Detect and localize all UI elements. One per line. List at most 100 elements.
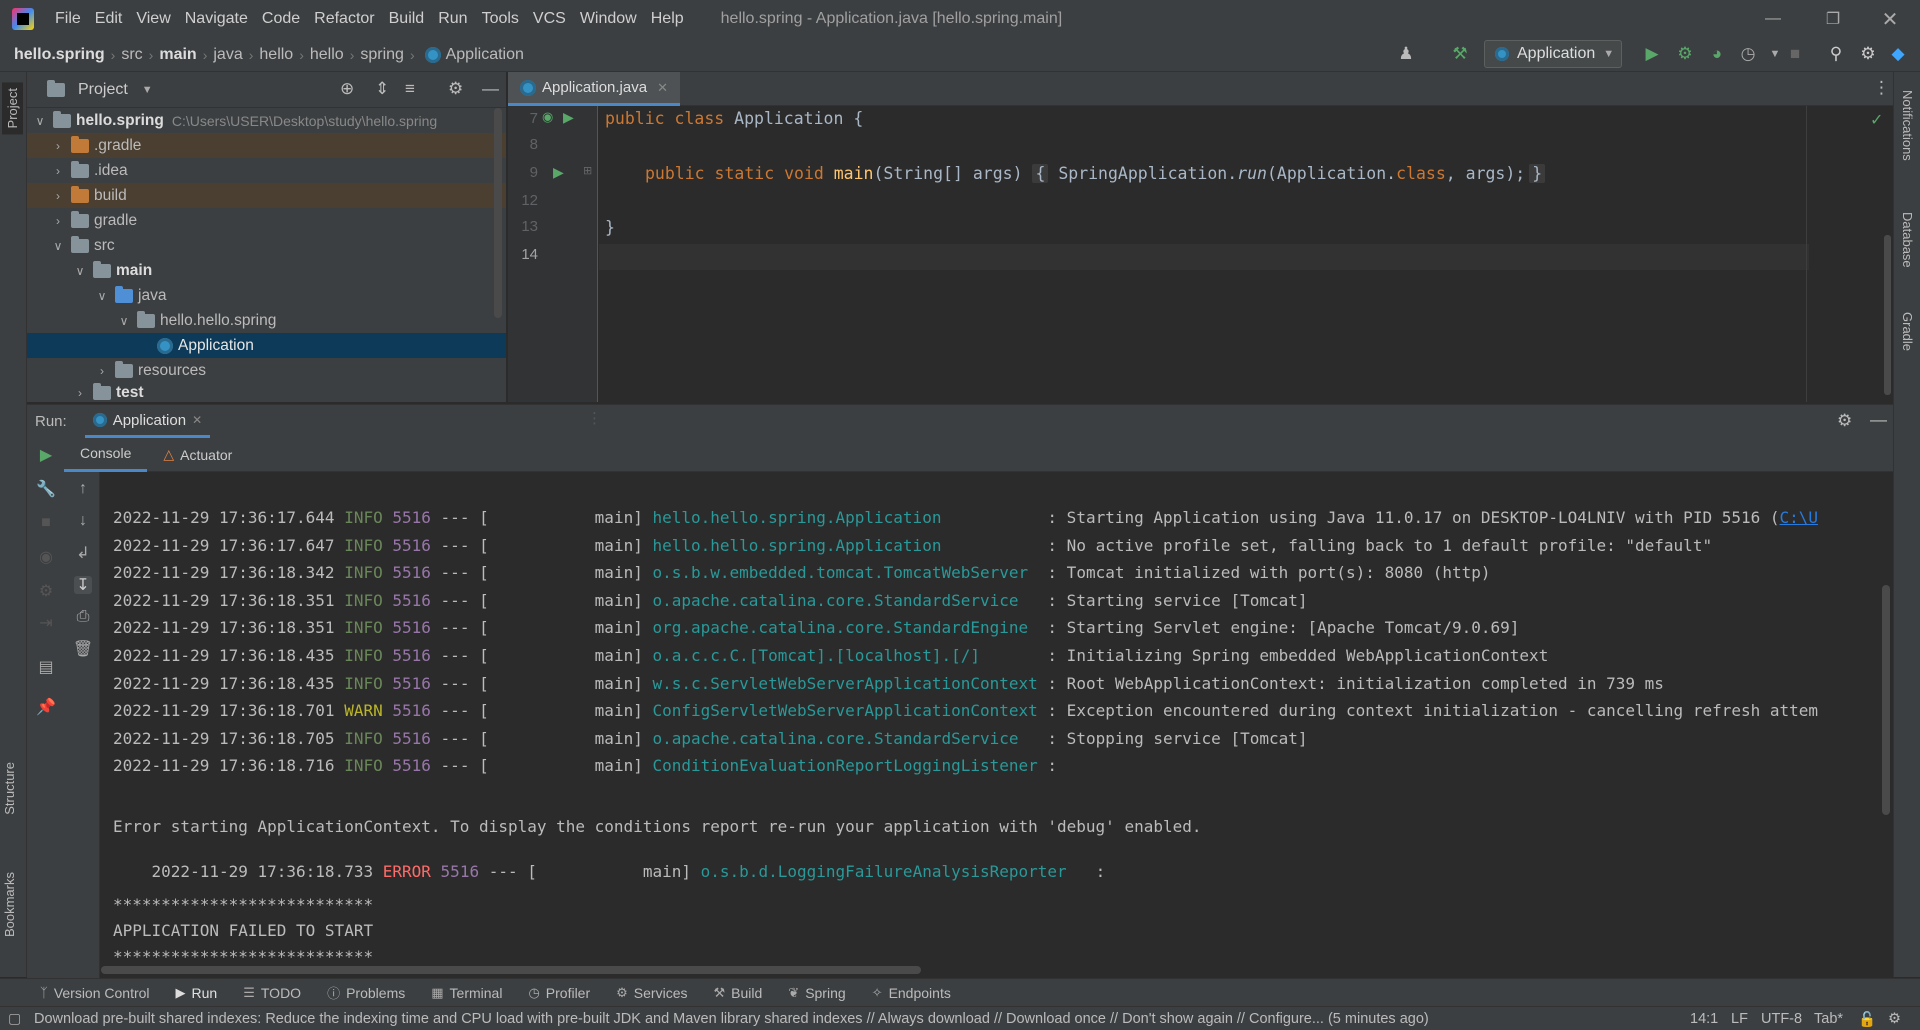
jetbrains-ai-icon[interactable]: ◆ xyxy=(1888,44,1908,64)
log-logger[interactable]: o.s.b.d.LoggingFailureAnalysisReporter xyxy=(701,862,1086,881)
menu-vcs[interactable]: VCS xyxy=(526,10,573,28)
menu-navigate[interactable]: Navigate xyxy=(178,10,255,28)
status-message[interactable]: Download pre-built shared indexes: Reduc… xyxy=(34,1011,1429,1027)
readonly-lock-icon[interactable]: 🔓 xyxy=(1858,1007,1876,1030)
tool-tab-project[interactable]: Project xyxy=(2,82,23,135)
console-h-scrollbar[interactable] xyxy=(101,966,921,974)
memory-indicator-icon[interactable]: ⚙ xyxy=(1888,1007,1901,1030)
tool-tab-database[interactable]: Database xyxy=(1900,212,1915,268)
close-tab-icon[interactable]: ✕ xyxy=(657,80,668,96)
tool-tab-build[interactable]: ⚒ Build xyxy=(713,985,762,1001)
breadcrumb-src[interactable]: src xyxy=(121,46,142,64)
console-v-scrollbar[interactable] xyxy=(1882,585,1890,815)
mute-breakpoints-icon[interactable]: ⚙ xyxy=(37,582,55,600)
settings-gear-icon[interactable]: ⚙ xyxy=(1858,44,1878,64)
tool-tab-run[interactable]: ▶ Run xyxy=(176,985,218,1001)
soft-wrap-icon[interactable]: ↲ xyxy=(74,544,92,562)
menu-run[interactable]: Run xyxy=(431,10,474,28)
profile-icon[interactable]: ◷ xyxy=(1738,44,1758,64)
log-logger[interactable]: w.s.c.ServletWebServerApplicationContext xyxy=(652,674,1037,693)
menu-view[interactable]: View xyxy=(129,10,177,28)
menu-refactor[interactable]: Refactor xyxy=(307,10,381,28)
run-tab-application[interactable]: Application ✕ xyxy=(84,406,211,438)
tree-item-application[interactable]: Application xyxy=(27,333,506,358)
exit-icon[interactable]: ⇥ xyxy=(37,614,55,632)
collapse-all-icon[interactable]: ≡ xyxy=(405,79,415,99)
hide-panel-icon[interactable]: — xyxy=(482,79,499,99)
up-arrow-icon[interactable]: ↑ xyxy=(74,480,92,498)
tree-item-gradle-hidden[interactable]: › .gradle xyxy=(27,133,506,158)
wrench-icon[interactable]: 🔧 xyxy=(36,480,56,498)
log-logger[interactable]: o.apache.catalina.core.StandardService xyxy=(652,729,1037,748)
tree-item-build[interactable]: › build xyxy=(27,183,506,208)
tool-tab-problems[interactable]: ⓘ Problems xyxy=(327,983,405,1002)
chevron-right-icon[interactable]: › xyxy=(49,164,67,178)
tool-tab-services[interactable]: ⚙ Services xyxy=(616,985,687,1001)
subtab-actuator[interactable]: △ Actuator xyxy=(147,438,248,472)
caret-position[interactable]: 14:1 xyxy=(1690,1007,1718,1030)
log-logger[interactable]: o.s.b.w.embedded.tomcat.TomcatWebServer xyxy=(652,563,1037,582)
rerun-icon[interactable]: ▶ xyxy=(37,446,55,464)
expand-all-icon[interactable]: ⇕ xyxy=(375,79,389,99)
coverage-icon[interactable]: ◕ xyxy=(1707,44,1727,64)
subtab-console[interactable]: Console xyxy=(64,438,148,472)
tree-item-main[interactable]: ∨ main xyxy=(27,258,506,283)
search-icon[interactable]: ⚲ xyxy=(1826,44,1846,64)
tool-tab-endpoints[interactable]: ✧ Endpoints xyxy=(872,985,951,1001)
debug-icon[interactable]: ⚙ xyxy=(1675,44,1695,64)
menu-window[interactable]: Window xyxy=(573,10,644,28)
menu-help[interactable]: Help xyxy=(644,10,691,28)
breadcrumb-application[interactable]: Application xyxy=(446,46,524,64)
run-settings-icon[interactable]: ⚙ xyxy=(1837,411,1852,431)
tool-tab-version-control[interactable]: ᛉ Version Control xyxy=(40,985,150,1001)
chevron-right-icon[interactable]: › xyxy=(71,386,89,400)
menu-code[interactable]: Code xyxy=(255,10,307,28)
tree-item-package[interactable]: ∨ hello.hello.spring xyxy=(27,308,506,333)
editor-scrollbar[interactable] xyxy=(1884,235,1891,395)
breadcrumb-project[interactable]: hello.spring xyxy=(14,46,105,64)
run-config-select[interactable]: Application ▼ xyxy=(1484,40,1622,68)
editor-tab-application[interactable]: Application.java ✕ xyxy=(508,72,680,106)
chevron-down-icon[interactable]: ∨ xyxy=(71,264,89,278)
trash-icon[interactable]: 🗑 xyxy=(73,640,93,658)
minimize-icon[interactable]: — xyxy=(1743,0,1803,38)
chevron-down-icon[interactable]: ∨ xyxy=(49,239,67,253)
no-problems-check-icon[interactable]: ✓ xyxy=(1870,110,1883,130)
file-encoding[interactable]: UTF-8 xyxy=(1761,1007,1802,1030)
hide-run-icon[interactable]: — xyxy=(1870,410,1887,430)
tool-tab-todo[interactable]: ☰ TODO xyxy=(243,985,301,1001)
scroll-to-end-icon[interactable]: ↧ xyxy=(74,576,92,594)
chevron-right-icon[interactable]: › xyxy=(49,189,67,203)
log-logger[interactable]: o.apache.catalina.core.StandardService xyxy=(652,591,1037,610)
panel-settings-icon[interactable]: ⚙ xyxy=(448,79,463,99)
log-path-link[interactable]: C:\U xyxy=(1780,508,1819,527)
tool-tab-gradle[interactable]: Gradle xyxy=(1900,312,1915,351)
tool-tab-profiler[interactable]: ◷ Profiler xyxy=(528,985,590,1001)
line-separator[interactable]: LF xyxy=(1731,1007,1748,1030)
dropdown-arrow-icon[interactable]: ▼ xyxy=(142,84,153,96)
log-logger[interactable]: ConditionEvaluationReportLoggingListener xyxy=(652,756,1037,775)
log-logger[interactable]: ConfigServletWebServerApplicationContext xyxy=(652,701,1037,720)
chevron-down-icon[interactable]: ∨ xyxy=(115,314,133,328)
breadcrumb-main[interactable]: main xyxy=(159,46,196,64)
breadcrumb-hello-2[interactable]: hello xyxy=(310,46,344,64)
chevron-right-icon[interactable]: › xyxy=(49,139,67,153)
tree-item-test[interactable]: › test xyxy=(27,383,506,402)
build-hammer-icon[interactable]: ⚒ xyxy=(1450,44,1470,64)
pin-icon[interactable]: 📌 xyxy=(36,698,56,716)
down-arrow-icon[interactable]: ↓ xyxy=(74,512,92,530)
tool-tab-structure[interactable]: Structure xyxy=(2,762,17,815)
log-logger[interactable]: hello.hello.spring.Application xyxy=(652,536,1037,555)
console-output[interactable]: 2022-11-29 17:36:17.644 INFO 5516 --- [ … xyxy=(101,472,1880,978)
indent-setting[interactable]: Tab* xyxy=(1814,1007,1843,1030)
tool-tab-notifications[interactable]: Notifications xyxy=(1900,90,1915,161)
spring-bean-gutter-icon[interactable]: ◉ xyxy=(542,109,553,125)
menu-file[interactable]: File xyxy=(48,10,88,28)
user-icon[interactable]: ♟ xyxy=(1396,44,1416,64)
tool-tab-spring[interactable]: ❦ Spring xyxy=(788,985,845,1001)
layout-icon[interactable]: ▤ xyxy=(37,658,55,676)
log-logger[interactable]: org.apache.catalina.core.StandardEngine xyxy=(652,618,1037,637)
breadcrumb-spring[interactable]: spring xyxy=(360,46,404,64)
more-run-icon[interactable]: ▼ xyxy=(1765,44,1785,64)
run-icon[interactable]: ▶ xyxy=(1642,44,1662,64)
